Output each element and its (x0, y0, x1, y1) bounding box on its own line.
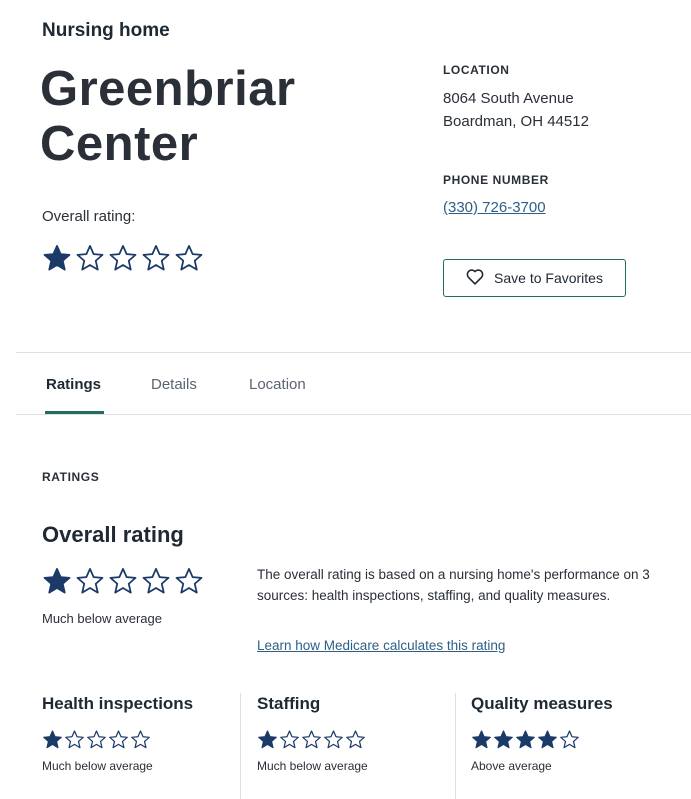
overall-rating-label: Overall rating: (42, 208, 136, 225)
location-address: 8064 South Avenue Boardman, OH 44512 (443, 87, 589, 133)
header-divider (16, 352, 691, 353)
address-line-2: Boardman, OH 44512 (443, 113, 589, 130)
star-filled-icon (516, 730, 535, 749)
health-inspections-caption: Much below average (42, 759, 153, 773)
header-star-rating (42, 243, 204, 273)
star-empty-icon (142, 568, 170, 594)
facility-name-line-1: Greenbriar (40, 62, 296, 116)
overall-rating-description: The overall rating is based on a nursing… (257, 567, 650, 603)
star-filled-icon (43, 730, 62, 749)
quality-measures-caption: Above average (471, 759, 552, 773)
star-empty-icon (175, 245, 203, 271)
ratings-section-label: RATINGS (42, 470, 100, 484)
tab-divider (16, 414, 691, 415)
column-divider-2 (455, 693, 456, 799)
overall-rating-caption: Much below average (42, 611, 162, 626)
tab-ratings[interactable]: Ratings (46, 376, 101, 393)
star-filled-icon (43, 568, 71, 594)
star-empty-icon (76, 245, 104, 271)
star-empty-icon (560, 730, 579, 749)
star-filled-icon (538, 730, 557, 749)
star-filled-icon (494, 730, 513, 749)
star-empty-icon (131, 730, 150, 749)
staffing-stars (257, 729, 368, 750)
staffing-rating: Staffing Much below average (257, 694, 368, 773)
star-empty-icon (324, 730, 343, 749)
tab-location[interactable]: Location (249, 376, 306, 393)
column-divider-1 (240, 693, 241, 799)
star-empty-icon (280, 730, 299, 749)
health-inspections-rating: Health inspections Much below average (42, 694, 193, 773)
quality-measures-rating: Quality measures Above average (471, 694, 613, 773)
health-inspections-stars (42, 729, 193, 750)
facility-type: Nursing home (42, 20, 170, 41)
save-to-favorites-button[interactable]: Save to Favorites (443, 259, 626, 297)
star-filled-icon (258, 730, 277, 749)
star-empty-icon (175, 568, 203, 594)
star-empty-icon (109, 245, 137, 271)
star-filled-icon (43, 245, 71, 271)
staffing-caption: Much below average (257, 759, 368, 773)
quality-measures-stars (471, 729, 613, 750)
phone-label: PHONE NUMBER (443, 173, 549, 187)
tab-details[interactable]: Details (151, 376, 197, 393)
star-empty-icon (302, 730, 321, 749)
save-button-label: Save to Favorites (494, 270, 603, 286)
quality-measures-title: Quality measures (471, 694, 613, 713)
star-empty-icon (87, 730, 106, 749)
heart-icon (466, 268, 484, 288)
star-filled-icon (472, 730, 491, 749)
facility-name-line-2: Center (40, 117, 199, 171)
star-empty-icon (109, 730, 128, 749)
location-label: LOCATION (443, 63, 510, 77)
health-inspections-title: Health inspections (42, 694, 194, 713)
staffing-title: Staffing (257, 694, 321, 713)
learn-more-link[interactable]: Learn how Medicare calculates this ratin… (257, 638, 505, 653)
overall-star-rating (42, 566, 204, 596)
star-empty-icon (76, 568, 104, 594)
star-empty-icon (142, 245, 170, 271)
star-empty-icon (346, 730, 365, 749)
overall-rating-heading: Overall rating (42, 522, 184, 547)
star-empty-icon (65, 730, 84, 749)
address-line-1: 8064 South Avenue (443, 90, 574, 107)
star-empty-icon (109, 568, 137, 594)
phone-link[interactable]: (330) 726-3700 (443, 199, 546, 216)
facility-name: Greenbriar Center (40, 62, 296, 172)
